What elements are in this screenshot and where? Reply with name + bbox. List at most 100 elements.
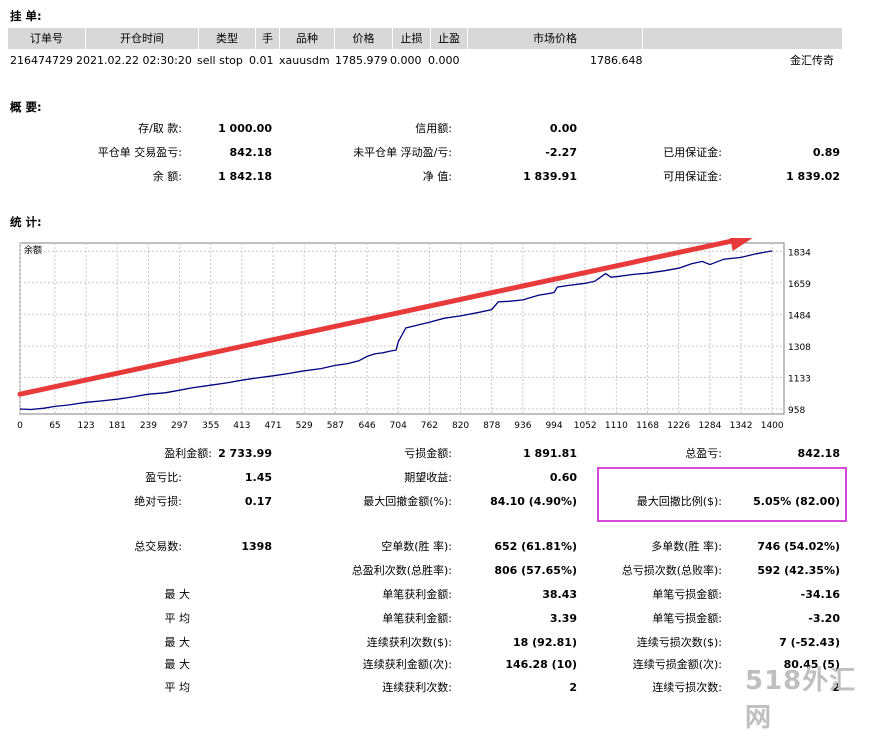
total-trades-label: 总交易数: <box>134 540 182 553</box>
margin-label: 已用保证金: <box>663 146 722 159</box>
total-net-label: 总盈亏: <box>685 447 722 460</box>
avg-win-label: 单笔获利金额: <box>382 612 452 625</box>
largest-win-value: 38.43 <box>542 588 577 601</box>
max-cons-loss-label: 连续亏损金额(次): <box>632 658 722 671</box>
col-market-price[interactable]: 市场价格 <box>467 28 642 49</box>
col-tp[interactable]: 止盈 <box>430 28 467 49</box>
plot-area <box>19 242 785 415</box>
y-tick-label: 1133 <box>788 374 811 384</box>
order-ticket: 216474729 <box>10 54 73 67</box>
balance-chart: 958 1133 1308 1484 1659 1834 0 65 123 181 239 297 35… <box>17 238 811 431</box>
max-dd-value: 84.10 (4.90%) <box>490 495 577 508</box>
stats-title: 统 计: <box>10 215 42 229</box>
balance-value: 1 842.18 <box>218 170 272 183</box>
x-tick-label: 471 <box>264 421 281 431</box>
x-tick-label: 762 <box>421 421 438 431</box>
equity-label: 净 值: <box>422 170 452 183</box>
col-ticket[interactable]: 订单号 <box>8 28 85 49</box>
avg-win-value: 3.39 <box>549 612 577 625</box>
chart-title: 余额 <box>24 244 42 256</box>
win-count-label: 总盈利次数(总胜率): <box>351 564 452 577</box>
max-cons-wins-label: 连续获利次数($): <box>366 636 452 649</box>
profit-factor-label: 盈亏比: <box>145 471 182 484</box>
col-lots[interactable]: 手 <box>255 28 279 49</box>
order-comment: 金汇传奇 <box>790 54 834 67</box>
y-tick-label: 1834 <box>788 248 811 258</box>
short-label: 空单数(胜 率): <box>381 540 452 553</box>
x-tick-label: 878 <box>483 421 500 431</box>
free-margin-label: 可用保证金: <box>663 170 722 183</box>
abs-dd-value: 0.17 <box>244 495 272 508</box>
x-tick-label: 1110 <box>605 421 628 431</box>
x-tick-label: 1400 <box>761 421 784 431</box>
long-label: 多单数(胜 率): <box>651 540 722 553</box>
summary-title: 概 要: <box>10 100 42 114</box>
x-tick-label: 1226 <box>667 421 690 431</box>
col-sl[interactable]: 止损 <box>392 28 430 49</box>
col-price[interactable]: 价格 <box>334 28 392 49</box>
gross-profit-value: 2 733.99 <box>218 447 272 460</box>
x-tick-label: 123 <box>77 421 94 431</box>
largest-loss-label: 单笔亏损金额: <box>652 588 722 601</box>
y-tick-label: 1308 <box>788 343 811 353</box>
gross-profit-label: 盈利金额: <box>164 447 212 460</box>
deposit-value: 1 000.00 <box>218 122 272 135</box>
x-tick-label: 820 <box>452 421 469 431</box>
balance-label: 余 额: <box>152 170 182 183</box>
max-cons-profit-label: 连续获利金额(次): <box>362 658 452 671</box>
equity-value: 1 839.91 <box>523 170 577 183</box>
x-tick-label: 936 <box>514 421 531 431</box>
expected-value: 0.60 <box>549 471 577 484</box>
watermark-logo: 518外汇网 <box>745 666 857 733</box>
y-tick-label: 1659 <box>788 280 811 290</box>
max-cons-profit-value: 146.28 (10) <box>505 658 577 671</box>
col-symbol[interactable]: 品种 <box>279 28 334 49</box>
order-symbol: xauusdm <box>279 54 330 67</box>
order-market-price: 1786.648 <box>590 54 643 67</box>
closed-pl-label: 平仓单 交易盈亏: <box>97 146 182 159</box>
x-tick-label: 0 <box>17 421 23 431</box>
credit-label: 信用额: <box>415 122 452 135</box>
profit-factor-value: 1.45 <box>244 471 272 484</box>
win-count-value: 806 (57.65%) <box>494 564 577 577</box>
x-tick-label: 297 <box>171 421 188 431</box>
x-tick-label: 413 <box>233 421 250 431</box>
expected-label: 期望收益: <box>404 471 452 484</box>
max-cons-wins-value: 18 (92.81) <box>513 636 577 649</box>
order-sl: 0.000 <box>390 54 422 67</box>
x-tick-label: 1052 <box>574 421 597 431</box>
x-tick-label: 181 <box>109 421 126 431</box>
long-value: 746 (54.02%) <box>757 540 840 553</box>
max-dd-label: 最大回撤金额(%): <box>363 495 452 508</box>
order-type: sell stop <box>197 54 243 67</box>
largest-win-label: 单笔获利金额: <box>382 588 452 601</box>
x-tick-label: 1168 <box>636 421 659 431</box>
x-tick-label: 65 <box>49 421 60 431</box>
largest-loss-value: -34.16 <box>800 588 840 601</box>
x-tick-label: 1284 <box>698 421 721 431</box>
col-comment[interactable] <box>642 28 842 49</box>
orders-title: 挂 单: <box>10 9 42 23</box>
highlight-box <box>597 467 847 522</box>
avg-cons-losses-label: 连续亏损次数: <box>652 681 722 694</box>
floating-pl-label: 未平仓单 浮动盈/亏: <box>353 146 452 159</box>
total-net-value: 842.18 <box>797 447 840 460</box>
abs-dd-label: 绝对亏损: <box>134 495 182 508</box>
max-label-3: 最 大 <box>164 658 191 671</box>
x-tick-label: 587 <box>327 421 344 431</box>
loss-count-label: 总亏损次数(总败率): <box>621 564 722 577</box>
closed-pl-value: 842.18 <box>229 146 272 159</box>
gross-loss-value: 1 891.81 <box>523 447 577 460</box>
short-value: 652 (61.81%) <box>494 540 577 553</box>
order-price: 1785.979 <box>335 54 388 67</box>
gross-loss-label: 亏损金额: <box>404 447 452 460</box>
y-tick-label: 1484 <box>788 311 811 321</box>
max-label-2: 最 大 <box>164 636 191 649</box>
x-tick-label: 994 <box>545 421 562 431</box>
x-tick-label: 239 <box>140 421 157 431</box>
avg-label-2: 平 均 <box>164 681 191 694</box>
order-time: 2021.02.22 02:30:20 <box>76 54 192 67</box>
col-open-time[interactable]: 开仓时间 <box>85 28 198 49</box>
col-type[interactable]: 类型 <box>198 28 255 49</box>
avg-loss-label: 单笔亏损金额: <box>652 612 722 625</box>
